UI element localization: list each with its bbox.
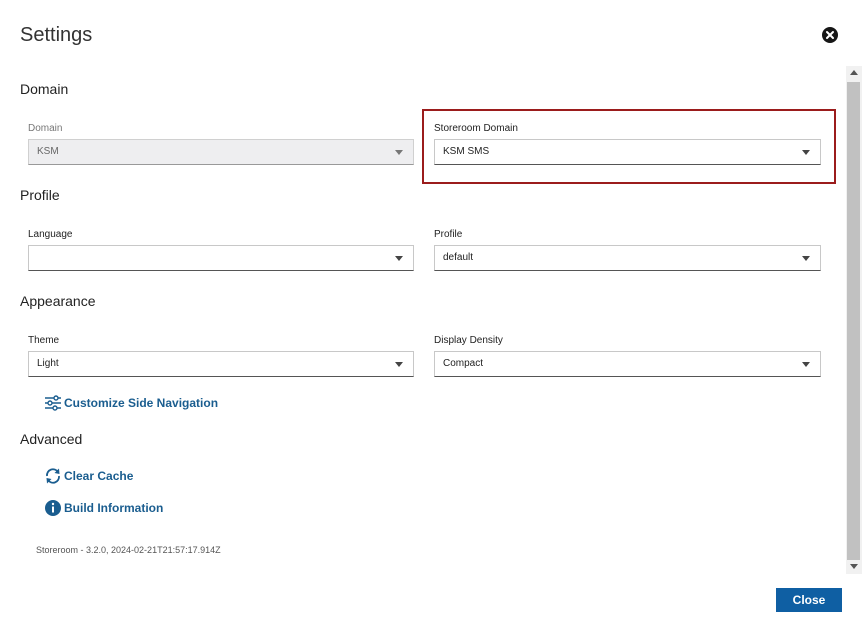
- close-button[interactable]: Close: [776, 588, 842, 612]
- clear-cache-label: Clear Cache: [64, 469, 134, 483]
- theme-field-label: Theme: [28, 335, 60, 346]
- build-string: Storeroom - 3.2.0, 2024-02-21T21:57:17.9…: [36, 545, 221, 555]
- close-circle-icon[interactable]: [822, 27, 838, 43]
- chevron-down-icon: [395, 362, 403, 367]
- language-field-label: Language: [28, 229, 73, 240]
- scrollbar-thumb[interactable]: [847, 82, 860, 560]
- clear-cache-link[interactable]: Clear Cache: [44, 467, 133, 485]
- display-density-select[interactable]: Compact: [434, 351, 821, 377]
- chevron-down-icon: [802, 256, 810, 261]
- sliders-icon: [44, 394, 62, 412]
- profile-select-value: default: [443, 252, 474, 263]
- theme-select[interactable]: Light: [28, 351, 414, 377]
- domain-select-value: KSM: [37, 146, 59, 157]
- chevron-down-icon: [802, 150, 810, 155]
- display-density-label: Display Density: [434, 335, 503, 346]
- display-density-value: Compact: [443, 358, 484, 369]
- scroll-up-arrow-icon[interactable]: [850, 70, 858, 75]
- customize-side-navigation-link[interactable]: Customize Side Navigation: [44, 394, 218, 412]
- section-heading-profile: Profile: [20, 187, 60, 203]
- domain-select: KSM: [28, 139, 414, 165]
- domain-field-label: Domain: [28, 123, 63, 134]
- storeroom-domain-label: Storeroom Domain: [434, 123, 518, 134]
- scroll-down-arrow-icon[interactable]: [850, 564, 858, 569]
- section-heading-advanced: Advanced: [20, 431, 83, 447]
- theme-select-value: Light: [37, 358, 59, 369]
- profile-select[interactable]: default: [434, 245, 821, 271]
- refresh-icon: [44, 467, 62, 485]
- section-heading-appearance: Appearance: [20, 293, 96, 309]
- chevron-down-icon: [395, 256, 403, 261]
- storeroom-domain-select[interactable]: KSM SMS: [434, 139, 821, 165]
- settings-dialog: Settings Domain Domain KSM Storeroom Dom…: [0, 0, 862, 638]
- chevron-down-icon: [395, 150, 403, 155]
- info-icon: [44, 499, 62, 517]
- scrollbar[interactable]: [846, 66, 862, 574]
- dialog-title: Settings: [20, 24, 93, 46]
- build-information-link[interactable]: Build Information: [44, 499, 163, 517]
- storeroom-domain-value: KSM SMS: [443, 146, 490, 157]
- section-heading-domain: Domain: [20, 81, 69, 97]
- build-information-label: Build Information: [64, 501, 164, 515]
- customize-side-navigation-label: Customize Side Navigation: [64, 396, 219, 410]
- chevron-down-icon: [802, 362, 810, 367]
- language-select[interactable]: [28, 245, 414, 271]
- profile-field-label: Profile: [434, 229, 463, 240]
